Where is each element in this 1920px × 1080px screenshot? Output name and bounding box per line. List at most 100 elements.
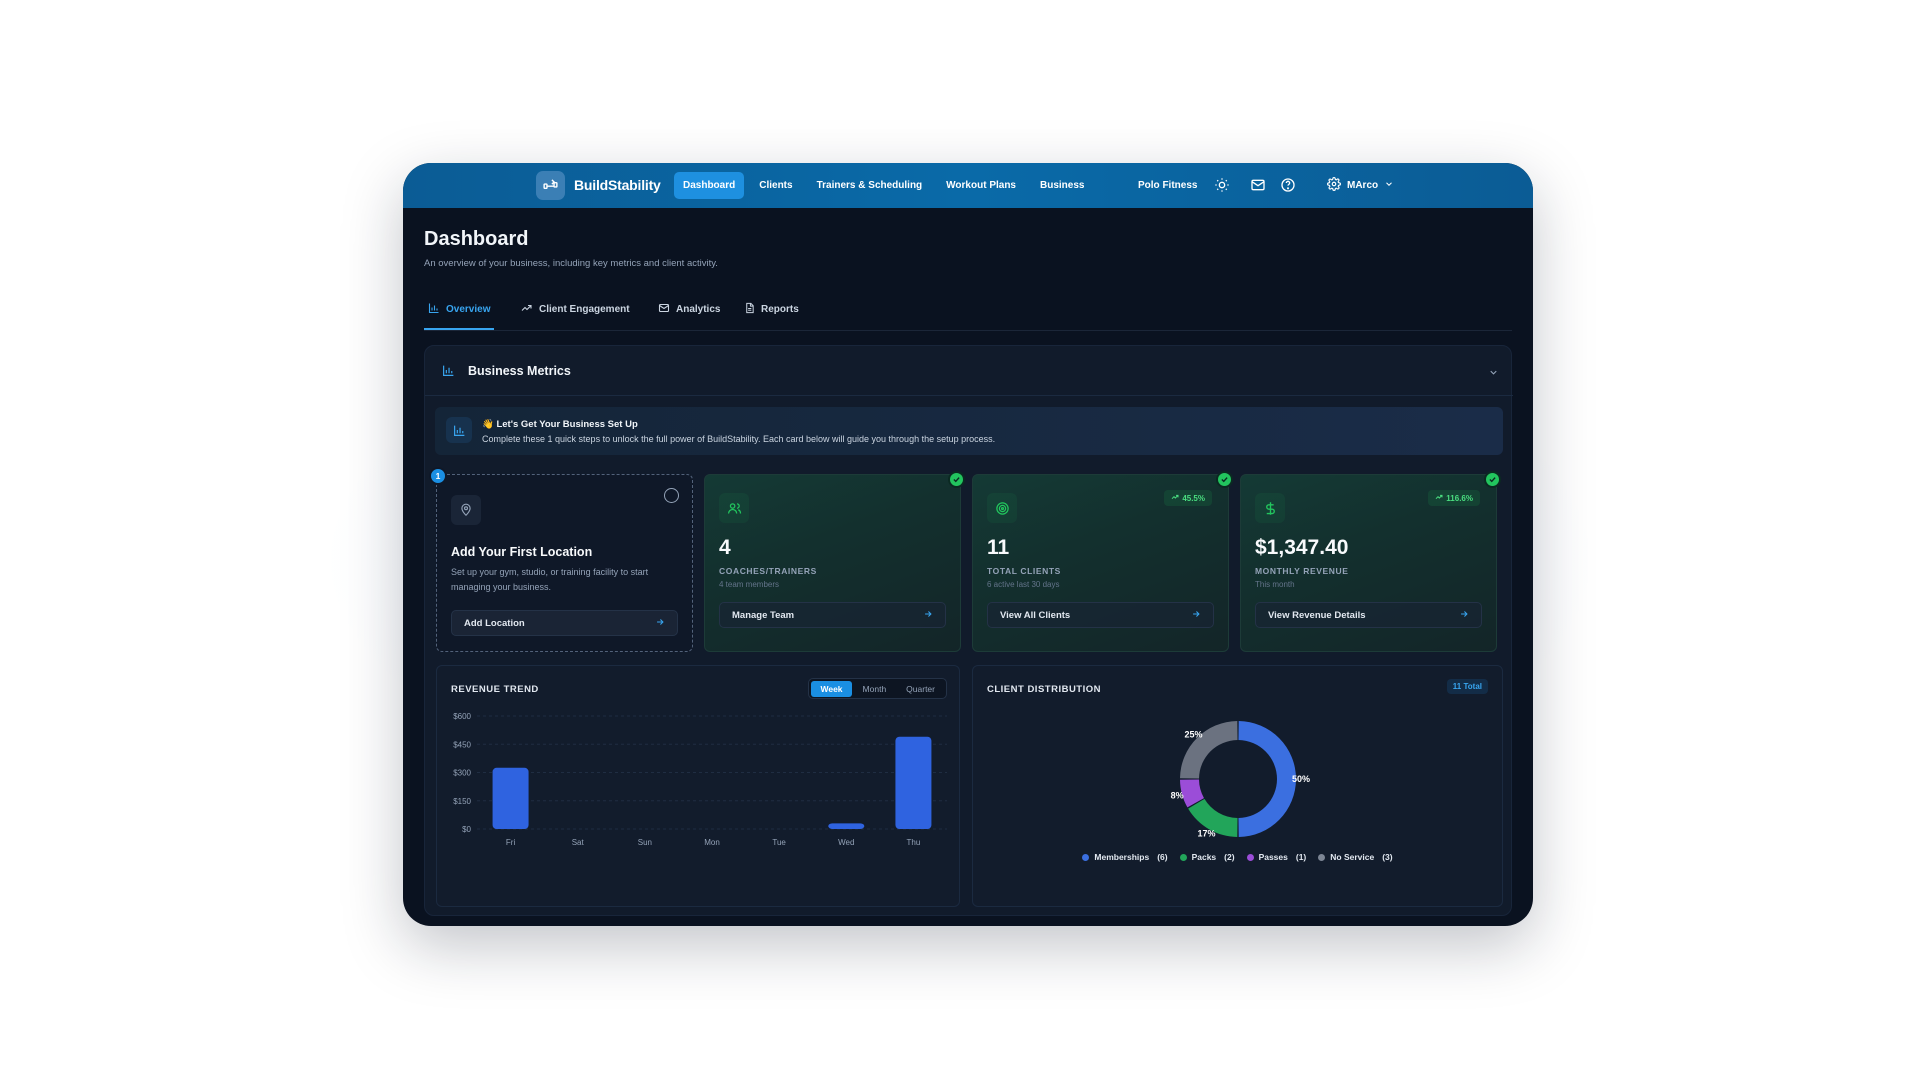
donut-label: 25% [1184,729,1202,739]
location-card-description: Set up your gym, studio, or training fac… [451,567,649,592]
view-all-clients-button[interactable]: View All Clients [987,602,1214,628]
nav-links: Dashboard Clients Trainers & Scheduling … [674,172,1093,199]
trending-up-icon [1435,493,1443,503]
user-name[interactable]: MArco [1347,180,1378,191]
period-selector: Week Month Quarter [808,678,947,699]
nav-link-trainers-scheduling[interactable]: Trainers & Scheduling [808,172,932,199]
y-tick-label: $150 [453,797,471,806]
trend-badge: 116.6% [1428,490,1480,506]
total-clients-count: 11 [987,536,1010,559]
revenue-bar-chart: $0 $150 $300 $450 $600 Fri Sat Sun Mon Tue Wed Thu [453,712,947,847]
trending-up-icon [520,302,533,317]
legend-dot [1318,853,1326,861]
period-week-button[interactable]: Week [811,680,852,697]
chevron-down-icon[interactable] [1384,179,1394,192]
donut-slice-memberships [1238,721,1297,837]
coaches-subtext: 4 team members [719,580,780,589]
user-menu[interactable]: MArco [1327,177,1394,194]
setup-banner: 👋 Let's Get Your Business Set Up Complet… [435,407,1503,455]
view-revenue-details-button[interactable]: View Revenue Details [1255,602,1482,628]
coaches-label: COACHES/TRAINERS [719,566,817,576]
document-icon [744,302,755,317]
client-distribution-panel: CLIENT DISTRIBUTION 11 Total 50% 17% 8% 25%… [972,665,1503,907]
top-navigation: BuildStability Dashboard Clients Trainer… [403,163,1533,208]
bar-fri [492,767,529,829]
check-circle-icon [1484,471,1501,488]
legend-item-passes[interactable]: Passes (1) [1246,852,1306,862]
add-location-button[interactable]: Add Location [451,610,678,636]
nav-link-dashboard[interactable]: Dashboard [674,172,745,199]
nav-link-workout-plans[interactable]: Workout Plans [937,172,1025,199]
mail-icon [658,302,670,317]
arrow-right-icon [1459,609,1469,622]
revenue-trend-panel: REVENUE TREND Week Month Quarter $0 $150 $… [436,665,960,907]
x-tick-label: Wed [838,838,854,847]
location-pin-icon [451,495,481,525]
chevron-down-icon[interactable] [1488,365,1499,383]
business-metrics-panel: Business Metrics 👋 Let's Get Your Busine… [424,345,1513,916]
bar-chart-icon [442,364,455,382]
tab-client-engagement[interactable]: Client Engagement [520,302,630,317]
nav-link-business[interactable]: Business [1031,172,1093,199]
tab-reports[interactable]: Reports [744,302,799,317]
step-number-badge: 1 [429,467,447,485]
donut-label: 50% [1292,774,1310,784]
bar-wed [828,823,865,829]
setup-banner-title: 👋 Let's Get Your Business Set Up [482,419,638,430]
trending-up-icon [1171,493,1179,503]
monthly-revenue-value: $1,347.40 [1255,536,1349,559]
donut-label: 8% [1171,790,1184,800]
app-window: BuildStability Dashboard Clients Trainer… [403,163,1533,926]
bar-chart-icon [446,417,472,443]
distribution-legend: Memberships (6) Packs (2) Passes (1) No … [973,852,1502,862]
legend-item-memberships[interactable]: Memberships (6) [1082,852,1168,862]
legend-item-no-service[interactable]: No Service (3) [1318,852,1393,862]
add-location-card[interactable]: 1 Add Your First Location Set up your gy… [429,467,693,652]
x-tick-label: Mon [704,838,720,847]
arrow-right-icon [655,617,665,630]
y-tick-label: $300 [453,769,471,778]
total-clients-subtext: 6 active last 30 days [987,580,1060,589]
total-clients-label: TOTAL CLIENTS [987,566,1061,576]
period-month-button[interactable]: Month [854,681,896,697]
help-icon[interactable] [1280,177,1296,193]
logo-icon[interactable] [536,171,565,200]
organization-name[interactable]: Polo Fitness [1138,180,1197,191]
coaches-count: 4 [719,536,731,559]
coaches-trainers-card[interactable]: 4 COACHES/TRAINERS 4 team members Manage… [704,471,965,652]
monthly-revenue-card[interactable]: 116.6% $1,347.40 MONTHLY REVENUE This mo… [1240,471,1501,652]
check-circle-icon [1216,471,1233,488]
y-tick-label: $450 [453,740,471,749]
y-tick-label: $0 [462,825,471,834]
arrow-right-icon [923,609,933,622]
legend-dot [1179,853,1187,861]
x-tick-label: Sun [638,838,652,847]
bar-chart-icon [428,302,440,317]
legend-item-packs[interactable]: Packs (2) [1179,852,1235,862]
legend-dot [1246,853,1254,861]
page-title: Dashboard [424,228,529,250]
total-clients-card[interactable]: 45.5% 11 TOTAL CLIENTS 6 active last 30 … [972,471,1233,652]
mail-icon[interactable] [1250,177,1266,193]
setup-banner-description: Complete these 1 quick steps to unlock t… [482,434,996,444]
sun-icon[interactable] [1214,177,1230,193]
x-tick-label: Tue [772,838,786,847]
settings-icon[interactable] [1327,177,1341,194]
users-icon [719,493,749,523]
tab-overview[interactable]: Overview [428,302,490,317]
manage-team-button[interactable]: Manage Team [719,602,946,628]
main-content: Dashboard An overview of your business, … [424,208,1513,926]
completion-radio[interactable] [664,488,679,503]
business-metrics-header[interactable]: Business Metrics [425,346,1513,396]
y-tick-label: $600 [453,712,471,721]
check-circle-icon [948,471,965,488]
x-tick-label: Thu [907,838,921,847]
period-quarter-button[interactable]: Quarter [897,681,944,697]
monthly-revenue-subtext: This month [1255,580,1295,589]
brand-name[interactable]: BuildStability [574,177,661,193]
dollar-icon [1255,493,1285,523]
nav-link-clients[interactable]: Clients [750,172,801,199]
tab-bar: Overview Client Engagement Analytics Rep… [424,286,1512,331]
tab-analytics[interactable]: Analytics [658,302,720,317]
target-icon [987,493,1017,523]
